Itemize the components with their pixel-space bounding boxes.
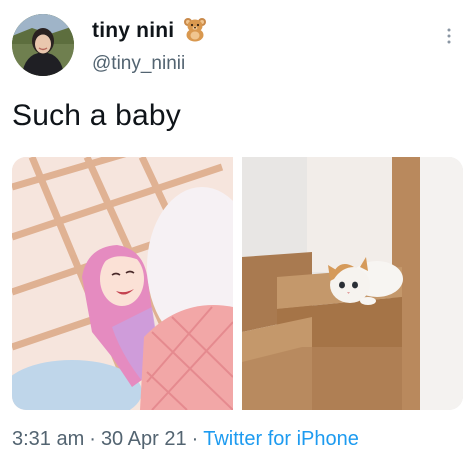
more-options-icon[interactable] (446, 27, 452, 45)
author-display-name[interactable]: tiny nini (92, 19, 174, 43)
girl-pink-hair-photo (12, 157, 233, 410)
author-handle[interactable]: @tiny_ninii (92, 53, 185, 75)
meta-separator: · (89, 428, 96, 450)
media-grid (12, 157, 463, 410)
avatar[interactable] (12, 14, 74, 76)
tweet-time[interactable]: 3:31 am (12, 428, 84, 450)
tweet-source-link[interactable]: Twitter for iPhone (203, 428, 359, 450)
tweet-date[interactable]: 30 Apr 21 (101, 428, 187, 450)
tweet-metadata: 3:31 am · 30 Apr 21 · Twitter for iPhone (12, 428, 359, 451)
avatar-image (12, 14, 74, 76)
teddy-bear-icon (184, 18, 206, 42)
cat-on-stairs-photo (242, 157, 463, 410)
meta-separator: · (191, 428, 199, 450)
tweet-text: Such a baby (12, 99, 181, 132)
tweet-card: tiny nini @tiny_ninii Such a baby 3:31 a… (0, 0, 474, 465)
media-photo-2[interactable] (242, 157, 463, 410)
media-photo-1[interactable] (12, 157, 233, 410)
